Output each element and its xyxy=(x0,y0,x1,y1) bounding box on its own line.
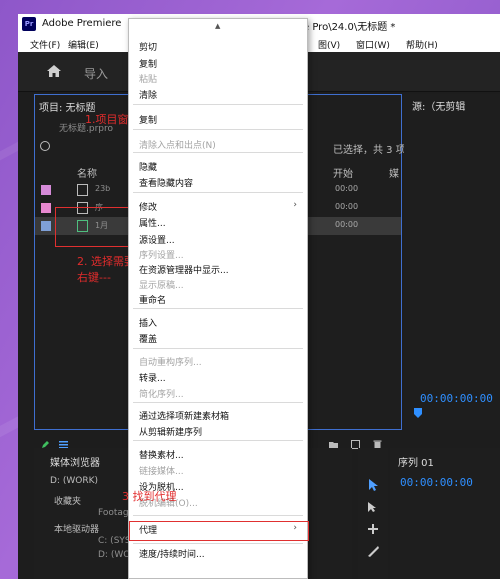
context-menu-item: 序列设置... xyxy=(139,251,184,261)
menu-separator xyxy=(133,348,303,349)
menu-separator xyxy=(133,402,303,403)
context-menu-item[interactable]: 重命名 xyxy=(139,293,166,306)
home-icon[interactable] xyxy=(46,64,62,78)
menu-separator xyxy=(133,515,303,516)
source-monitor-title[interactable]: 源:（无剪辑 xyxy=(412,98,465,113)
context-menu-item[interactable]: 清除 xyxy=(139,88,157,101)
context-menu-item[interactable]: 插入 xyxy=(139,316,157,329)
menu-window[interactable]: 窗口(W) xyxy=(356,38,390,51)
context-menu-item[interactable]: 属性... xyxy=(139,216,166,229)
source-monitor: 源:（无剪辑 00:00:00:00 xyxy=(404,94,500,430)
track-select-icon[interactable] xyxy=(366,500,380,514)
label-color-swatch xyxy=(41,203,51,213)
sequence-panel: 序列 01 00:00:00:00 xyxy=(390,448,500,579)
file-icon xyxy=(77,184,88,196)
context-menu-item[interactable]: 源设置... xyxy=(139,233,175,246)
clip-start: 00:00 xyxy=(335,184,359,193)
annotation-step3: 3 找到代理 xyxy=(122,490,177,503)
menu-separator xyxy=(133,440,303,441)
column-header-start[interactable]: 开始 xyxy=(333,165,353,180)
app-title: Adobe Premiere xyxy=(42,18,122,29)
menu-file[interactable]: 文件(F) xyxy=(30,38,60,51)
context-menu-item[interactable]: 转录... xyxy=(139,371,166,384)
context-menu-item[interactable]: 隐藏 xyxy=(139,160,157,173)
sequence-timecode[interactable]: 00:00:00:00 xyxy=(400,476,473,489)
context-menu-item[interactable]: 修改 xyxy=(139,200,157,213)
label-color-swatch xyxy=(41,185,51,195)
context-menu-item: 简化序列... xyxy=(139,390,184,400)
sequence-tab[interactable]: 序列 01 xyxy=(398,454,434,469)
context-menu-item[interactable]: 复制 xyxy=(139,113,157,126)
context-menu-item: 显示原稿... xyxy=(139,281,184,291)
ripple-edit-icon[interactable] xyxy=(366,522,380,536)
context-menu-item[interactable]: 在资源管理器中显示... xyxy=(139,263,229,276)
menu-help[interactable]: 帮助(H) xyxy=(406,38,438,51)
context-menu-item: 自动重构序列... xyxy=(139,358,202,368)
context-menu-item[interactable]: 从剪辑新建序列 xyxy=(139,425,202,438)
drive-d[interactable]: D: (WO xyxy=(98,550,130,560)
tab-import[interactable]: 导入 xyxy=(84,65,108,82)
highlight-box-clip xyxy=(55,207,129,247)
media-browser-title[interactable]: 媒体浏览器 xyxy=(50,454,100,469)
highlight-box-proxy xyxy=(129,521,309,541)
favorites-node[interactable]: 收藏夹 xyxy=(54,494,81,507)
clip-start: 00:00 xyxy=(335,220,359,229)
premiere-logo: Pr xyxy=(22,17,36,31)
context-menu-item[interactable]: 速度/持续时间... xyxy=(139,547,205,560)
context-menu-item[interactable]: 查看隐藏内容 xyxy=(139,176,193,189)
context-menu-item[interactable]: 剪切 xyxy=(139,40,157,53)
search-icon[interactable] xyxy=(40,141,50,151)
source-timecode[interactable]: 00:00:00:00 xyxy=(420,392,493,405)
clip-start: 00:00 xyxy=(335,202,359,211)
context-menu-item[interactable]: 通过选择项新建素材箱 xyxy=(139,409,229,422)
scroll-up-icon[interactable]: ▲ xyxy=(215,22,220,30)
local-drives-node[interactable]: 本地驱动器 xyxy=(54,522,99,535)
menu-separator xyxy=(133,543,303,544)
selection-info: 已选择，共 3 项 xyxy=(333,145,406,156)
context-menu-item[interactable]: 覆盖 xyxy=(139,332,157,345)
menu-separator xyxy=(133,129,303,130)
context-menu-item: 链接媒体... xyxy=(139,467,184,477)
tools-panel xyxy=(358,448,388,579)
clip-name: 23b xyxy=(95,184,111,193)
context-menu-item: 粘贴 xyxy=(139,75,158,85)
annotation-step2-cont: 右键--- xyxy=(77,271,111,284)
submenu-chevron-icon: › xyxy=(293,200,297,210)
document-title: e Pro\24.0\无标题 * xyxy=(303,22,396,33)
column-header-media[interactable]: 媒 xyxy=(389,165,399,180)
menu-edit[interactable]: 编辑(E) xyxy=(68,38,99,51)
playhead-marker[interactable] xyxy=(414,408,422,418)
menu-separator xyxy=(133,308,303,309)
selection-tool-icon[interactable] xyxy=(366,478,380,492)
label-color-swatch xyxy=(41,221,51,231)
drive-selector[interactable]: D: (WORK) xyxy=(50,476,98,486)
context-menu-item: 清除入点和出点(N) xyxy=(139,141,216,151)
razor-tool-icon[interactable] xyxy=(366,544,380,558)
menu-separator xyxy=(133,104,303,105)
menu-separator xyxy=(133,152,303,153)
column-header-name[interactable]: 名称 xyxy=(77,165,97,180)
menu-separator xyxy=(133,192,303,193)
menu-view[interactable]: 图(V) xyxy=(318,38,340,51)
context-menu-item[interactable]: 替换素材... xyxy=(139,448,184,461)
context-menu-item[interactable]: 复制 xyxy=(139,57,157,70)
